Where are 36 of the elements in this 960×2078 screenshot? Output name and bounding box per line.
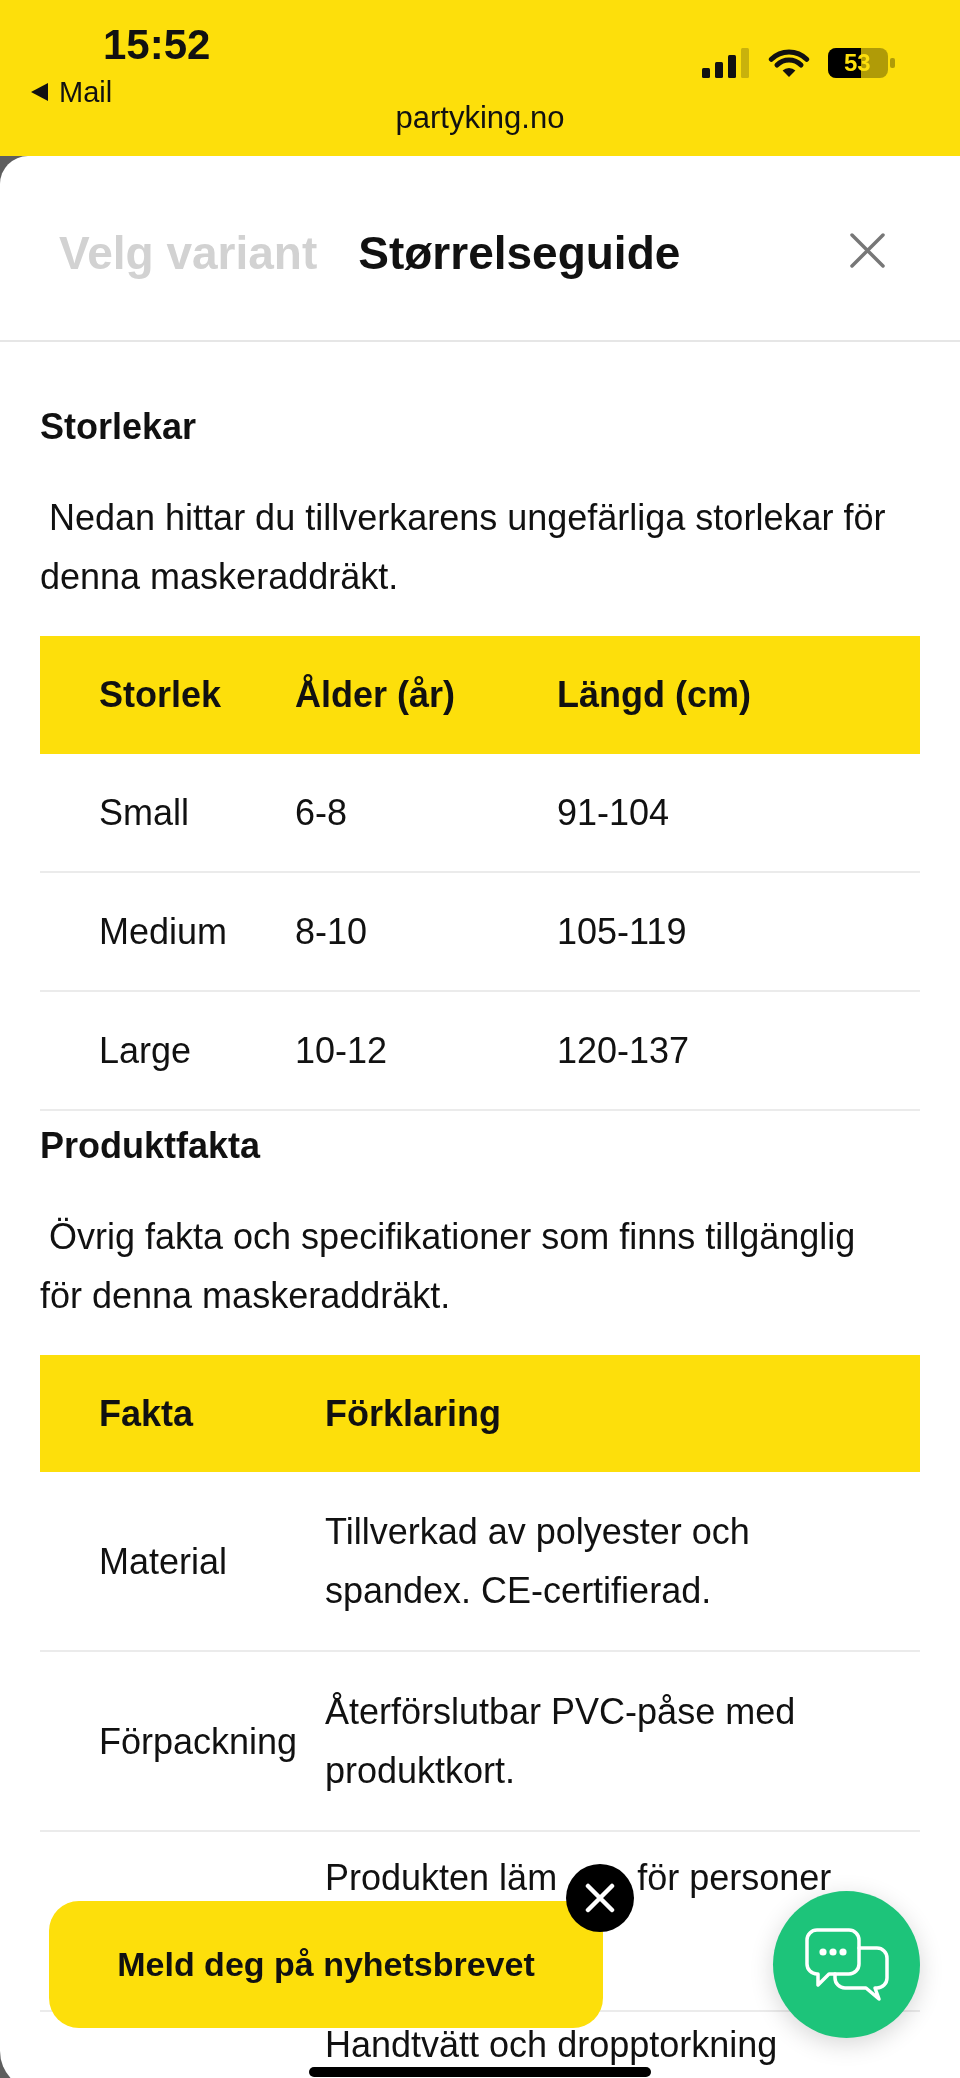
table-cell: 120-137 bbox=[557, 1028, 690, 1073]
column-header: Förklaring bbox=[325, 1391, 502, 1436]
table-cell: 91-104 bbox=[557, 790, 670, 835]
table-cell-text: för personer bbox=[637, 1858, 832, 1898]
table-cell-text: Återförslutbar PVC-påse med produktkort. bbox=[325, 1690, 797, 1793]
section-heading: Produktfakta bbox=[40, 1124, 262, 1168]
section-intro: Nedan hittar du tillverkarens ungefärliga storlekar för denna maskeraddräkt. bbox=[40, 496, 887, 599]
back-icon bbox=[31, 83, 48, 101]
tab[interactable]: Størrelseguide bbox=[358, 226, 681, 280]
newsletter-button[interactable]: Meld deg på nyhetsbrevet bbox=[49, 1901, 603, 2028]
section-heading: Storlekar bbox=[40, 405, 198, 449]
section-intro: Övrig fakta och specifikationer som finns tillgänglig för denna maskeraddräkt. bbox=[40, 1215, 857, 1318]
table-cell: 105-119 bbox=[557, 909, 687, 954]
table-cell: 8-10 bbox=[295, 909, 368, 954]
table-cell-text: Material bbox=[99, 1539, 228, 1584]
table-cell: Medium bbox=[99, 909, 228, 954]
column-header: Ålder (år) bbox=[295, 673, 456, 717]
wifi-icon bbox=[768, 48, 810, 78]
table-cell-text: Tillverkad av polyester och spandex. CE-certifierad. bbox=[325, 1510, 751, 1613]
table-cell: 6-8 bbox=[295, 790, 348, 835]
address-bar-url[interactable]: partyking.no bbox=[395, 101, 565, 135]
close-icon bbox=[850, 233, 885, 268]
column-header: Längd (cm) bbox=[557, 673, 751, 717]
table-cell: Small bbox=[99, 790, 190, 835]
table-cell: 10-12 bbox=[295, 1028, 388, 1073]
column-header: Fakta bbox=[99, 1391, 194, 1436]
close-button[interactable] bbox=[850, 233, 885, 268]
back-to-mail-link[interactable]: Mail bbox=[31, 77, 113, 107]
table-cell: Large bbox=[99, 1028, 192, 1073]
signal-icon bbox=[702, 48, 750, 78]
column-header: Storlek bbox=[99, 673, 222, 717]
close-icon bbox=[585, 1883, 615, 1913]
table-cell-text: Produkten läm bbox=[325, 1858, 558, 1898]
chat-icon bbox=[804, 1928, 889, 2001]
table-cell-text: Förpackning bbox=[99, 1719, 298, 1764]
status-time: 15:52 bbox=[103, 22, 211, 68]
